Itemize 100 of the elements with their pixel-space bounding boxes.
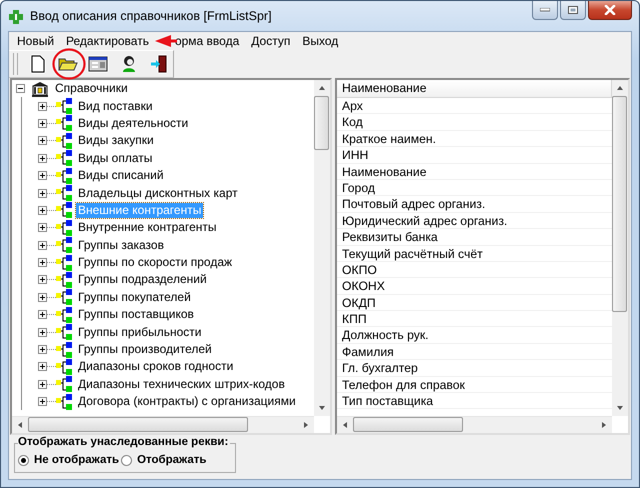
expand-toggle[interactable]: [38, 275, 47, 284]
tree-item[interactable]: Диапазоны технических штрих-кодов: [76, 376, 287, 392]
folder-icon: [58, 56, 78, 72]
hierarchy-icon: [56, 202, 72, 218]
list-row[interactable]: Краткое наимен.: [337, 130, 612, 148]
tree-item[interactable]: Виды закупки: [76, 133, 156, 148]
scrollbar-thumb[interactable]: [28, 417, 248, 432]
hierarchy-icon: [56, 220, 72, 236]
tree-item[interactable]: Виды оплаты: [76, 150, 154, 166]
hierarchy-icon: [56, 185, 72, 202]
list-row[interactable]: Текущий расчётный счёт: [337, 246, 612, 262]
expand-toggle[interactable]: [38, 171, 47, 180]
hierarchy-icon: [56, 168, 72, 184]
hierarchy-icon: [56, 254, 72, 271]
expand-toggle[interactable]: [38, 380, 47, 389]
menu-item[interactable]: Доступ: [245, 34, 296, 48]
tree-item[interactable]: Группы поставщиков: [76, 307, 196, 322]
hierarchy-icon: [56, 132, 72, 149]
document-icon: [30, 55, 46, 73]
cross-icon: [8, 9, 24, 25]
hierarchy-icon: [56, 358, 72, 375]
expand-toggle[interactable]: [38, 188, 47, 198]
tree-item[interactable]: Виды списаний: [76, 168, 166, 184]
tree-item[interactable]: Группы подразделений: [76, 272, 209, 288]
expand-toggle[interactable]: [38, 102, 47, 111]
tree-item[interactable]: Вид поставки: [76, 98, 155, 114]
expand-toggle[interactable]: [38, 397, 47, 406]
menu-item[interactable]: Редактировать: [60, 34, 155, 48]
list-row[interactable]: Телефон для справок: [337, 376, 612, 394]
radio-button[interactable]: [18, 454, 29, 466]
expand-toggle[interactable]: [38, 310, 47, 320]
radio-button[interactable]: [121, 454, 132, 466]
column-header[interactable]: Наименование: [337, 80, 612, 98]
tree-item[interactable]: Группы покупателей: [76, 290, 193, 305]
collapse-toggle[interactable]: [16, 84, 25, 94]
building-icon: [31, 80, 49, 97]
expand-toggle[interactable]: [38, 206, 47, 215]
hierarchy-icon: [56, 342, 72, 358]
list-row[interactable]: Арх: [337, 98, 612, 114]
tree-item[interactable]: Владельцы дисконтных карт: [76, 186, 240, 201]
annotation-circle: [52, 48, 86, 80]
tree-item[interactable]: Группы прибыльности: [76, 324, 204, 340]
tree-item[interactable]: Группы производителей: [76, 342, 214, 358]
window-title: Ввод описания справочников [FrmListSpr]: [30, 9, 272, 23]
tree-item[interactable]: Виды деятельности: [76, 116, 190, 131]
hierarchy-icon: [56, 394, 72, 410]
expand-toggle[interactable]: [38, 136, 47, 146]
list-row[interactable]: Юридический адрес организ.: [337, 212, 612, 230]
tree-item[interactable]: Договора (контракты) с организациями: [76, 394, 298, 410]
list-row[interactable]: Код: [337, 114, 612, 131]
hierarchy-icon: [56, 376, 72, 392]
expand-toggle[interactable]: [38, 154, 47, 163]
scrollbar-thumb[interactable]: [612, 96, 627, 312]
vertical-scrollbar[interactable]: [314, 80, 330, 416]
hierarchy-icon: [56, 272, 72, 288]
horizontal-scrollbar[interactable]: [12, 416, 314, 433]
minimize-button[interactable]: [532, 1, 558, 20]
horizontal-scrollbar[interactable]: [337, 416, 612, 433]
radio-option[interactable]: Не отображать: [18, 454, 120, 466]
expand-toggle[interactable]: [38, 362, 47, 372]
tree-item[interactable]: Внутренние контрагенты: [76, 220, 219, 236]
list-row[interactable]: Должность рук.: [337, 327, 612, 344]
expand-toggle[interactable]: [38, 223, 47, 232]
vertical-scrollbar[interactable]: [612, 80, 628, 416]
group-title: Отображать унаследованные рекви:: [18, 436, 230, 448]
hierarchy-icon: [56, 237, 72, 254]
scrollbar-thumb[interactable]: [314, 96, 329, 150]
tree-item[interactable]: Группы заказов: [76, 238, 166, 253]
list-row[interactable]: Реквизиты банка: [337, 229, 612, 246]
expand-toggle[interactable]: [38, 328, 47, 337]
list-row[interactable]: ОКОНХ: [337, 278, 612, 295]
list-row[interactable]: Почтовый адрес организ.: [337, 196, 612, 213]
door-icon: [150, 55, 168, 73]
expand-toggle[interactable]: [38, 292, 47, 302]
tree-item[interactable]: Группы по скорости продаж: [76, 255, 234, 270]
maximize-button[interactable]: [560, 1, 586, 20]
expand-toggle[interactable]: [38, 345, 47, 354]
menu-item[interactable]: орма ввода: [174, 34, 246, 48]
tree-item[interactable]: Диапазоны сроков годности: [76, 359, 236, 374]
list-row[interactable]: Гл. бухгалтер: [337, 360, 612, 377]
close-button[interactable]: [588, 1, 632, 20]
expand-toggle[interactable]: [38, 240, 47, 250]
list-row[interactable]: Фамилия: [337, 344, 612, 360]
annotation-arrow: [155, 34, 177, 48]
list-row[interactable]: ИНН: [337, 147, 612, 164]
list-row[interactable]: Город: [337, 180, 612, 196]
expand-toggle[interactable]: [38, 258, 47, 268]
scrollbar-thumb[interactable]: [353, 417, 463, 432]
menu-item[interactable]: Новый: [11, 34, 60, 48]
list-row[interactable]: КПП: [337, 311, 612, 328]
list-row[interactable]: Наименование: [337, 164, 612, 180]
menu-item[interactable]: Выход: [296, 34, 344, 48]
list-row[interactable]: ОКПО: [337, 262, 612, 278]
tree-item[interactable]: Справочники: [53, 81, 130, 96]
list-row[interactable]: ОКДП: [337, 294, 612, 312]
list-row[interactable]: Тип поставщика: [337, 393, 612, 410]
hierarchy-icon: [56, 98, 72, 114]
expand-toggle[interactable]: [38, 118, 47, 128]
minimize-icon: [540, 8, 550, 12]
radio-option[interactable]: Отображать: [121, 454, 206, 466]
